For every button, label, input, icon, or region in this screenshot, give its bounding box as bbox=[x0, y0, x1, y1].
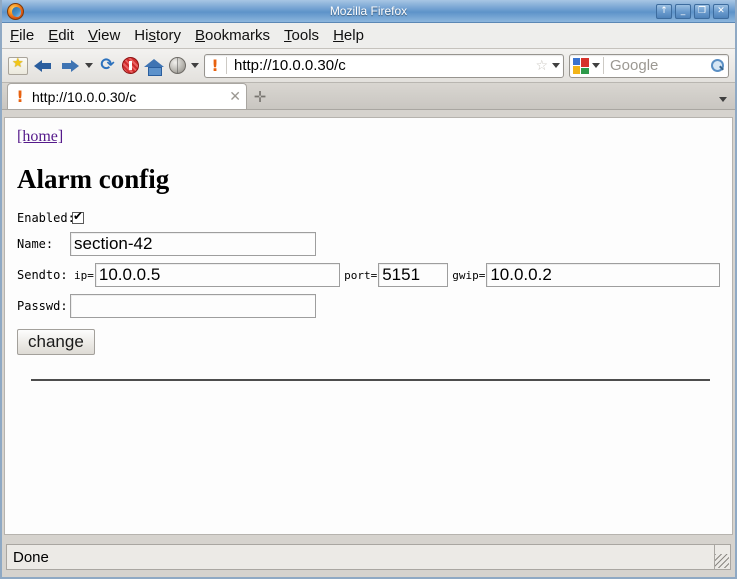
url-divider bbox=[226, 57, 227, 74]
menu-history[interactable]: History bbox=[134, 27, 181, 44]
ip-input[interactable] bbox=[94, 263, 341, 287]
tab-title: http://10.0.0.30/c bbox=[32, 88, 137, 105]
bookmark-toggle-icon[interactable]: ☆ bbox=[535, 58, 548, 74]
menu-help-accel: H bbox=[333, 27, 344, 44]
navigation-toolbar: ⟳ ! http://10.0.0.30/c ☆ Google bbox=[2, 49, 735, 83]
menu-view-post: iew bbox=[97, 27, 121, 44]
menu-tools[interactable]: Tools bbox=[284, 27, 319, 44]
firefox-logo-icon bbox=[7, 2, 24, 20]
globe-dropdown-icon[interactable] bbox=[191, 63, 199, 68]
resize-grip-icon[interactable] bbox=[715, 544, 731, 570]
row-name: Name: bbox=[17, 232, 720, 256]
name-input[interactable] bbox=[70, 232, 316, 256]
maximize-button[interactable]: ❐ bbox=[694, 3, 710, 19]
status-text: Done bbox=[6, 544, 715, 570]
close-icon[interactable]: ✕ bbox=[229, 89, 241, 105]
enabled-checkbox[interactable] bbox=[72, 209, 84, 224]
passwd-label: Passwd: bbox=[17, 299, 68, 313]
stop-icon[interactable] bbox=[122, 57, 139, 74]
menu-view-accel: V bbox=[88, 27, 98, 44]
tab-active[interactable]: ! http://10.0.0.30/c ✕ bbox=[7, 83, 247, 109]
menu-history-pre: Hi bbox=[134, 27, 149, 44]
enabled-label: Enabled: bbox=[17, 211, 75, 225]
search-input[interactable]: Google bbox=[607, 57, 707, 74]
menu-tools-post: ools bbox=[291, 27, 320, 44]
name-label: Name: bbox=[17, 237, 54, 251]
globe-icon[interactable] bbox=[169, 57, 186, 74]
change-button[interactable]: change bbox=[17, 329, 95, 355]
menu-bookmarks-accel: B bbox=[194, 27, 205, 44]
menu-bookmarks-post: ookmarks bbox=[205, 27, 271, 44]
bookmark-star-icon[interactable] bbox=[8, 55, 28, 75]
gwip-label: gwip= bbox=[452, 268, 486, 282]
menu-file-accel: F bbox=[10, 27, 20, 44]
port-input[interactable] bbox=[378, 263, 449, 287]
firefox-window: Mozilla Firefox ↑ _ ❐ ✕ File Edit View H… bbox=[0, 0, 737, 579]
menu-view[interactable]: View bbox=[88, 27, 120, 44]
url-dropdown-icon[interactable] bbox=[552, 63, 560, 68]
new-tab-button[interactable]: ✛ bbox=[247, 85, 273, 109]
forward-arrow-icon[interactable] bbox=[59, 57, 80, 75]
menu-bar: File Edit View History Bookmarks Tools H… bbox=[2, 23, 735, 49]
tab-bar: ! http://10.0.0.30/c ✕ ✛ bbox=[2, 83, 735, 110]
menu-history-post: tory bbox=[155, 27, 181, 44]
url-bar[interactable]: ! http://10.0.0.30/c ☆ bbox=[204, 53, 564, 78]
page-title: Alarm config bbox=[17, 164, 170, 194]
page-body: [home] Alarm config Enabled: Name: Sendt… bbox=[5, 118, 732, 534]
menu-edit[interactable]: Edit bbox=[48, 27, 74, 44]
history-dropdown-icon[interactable] bbox=[85, 63, 93, 68]
exclamation-favicon: ! bbox=[211, 55, 219, 75]
back-arrow-icon[interactable] bbox=[33, 57, 54, 75]
search-box[interactable]: Google bbox=[569, 53, 729, 78]
list-all-tabs-icon[interactable] bbox=[719, 97, 727, 102]
menu-file[interactable]: File bbox=[10, 27, 34, 44]
google-icon[interactable] bbox=[573, 57, 589, 74]
home-link[interactable]: [home] bbox=[17, 128, 63, 146]
menu-help[interactable]: Help bbox=[333, 27, 364, 44]
menu-tools-accel: T bbox=[284, 27, 292, 44]
menu-history-accel: s bbox=[148, 27, 156, 44]
tab-exclamation-favicon: ! bbox=[16, 86, 24, 106]
menu-edit-accel: E bbox=[48, 27, 59, 44]
ip-label: ip= bbox=[74, 268, 94, 282]
title-bar: Mozilla Firefox ↑ _ ❐ ✕ bbox=[2, 0, 735, 23]
passwd-input[interactable] bbox=[70, 294, 316, 318]
row-sendto: Sendto: ip= port= gwip= bbox=[17, 263, 720, 287]
menu-file-post: ile bbox=[19, 27, 35, 44]
row-enabled: Enabled: bbox=[17, 209, 720, 225]
menu-bookmarks[interactable]: Bookmarks bbox=[195, 27, 270, 44]
page-viewport: [home] Alarm config Enabled: Name: Sendt… bbox=[4, 117, 733, 535]
window-controls: ↑ _ ❐ ✕ bbox=[656, 3, 732, 19]
menu-help-post: elp bbox=[343, 27, 364, 44]
shade-button[interactable]: ↑ bbox=[656, 3, 672, 19]
port-label: port= bbox=[344, 268, 378, 282]
status-bar: Done bbox=[4, 539, 733, 575]
menu-edit-post: dit bbox=[58, 27, 75, 44]
row-passwd: Passwd: bbox=[17, 294, 720, 318]
reload-icon[interactable]: ⟳ bbox=[98, 56, 117, 75]
horizontal-rule bbox=[31, 379, 710, 381]
search-divider bbox=[603, 57, 604, 74]
window-title: Mozilla Firefox bbox=[329, 4, 408, 18]
search-engine-dropdown-icon[interactable] bbox=[592, 63, 600, 68]
minimize-button[interactable]: _ bbox=[675, 3, 691, 19]
url-input[interactable]: http://10.0.0.30/c bbox=[231, 57, 531, 74]
gwip-input[interactable] bbox=[486, 263, 720, 287]
close-button[interactable]: ✕ bbox=[713, 3, 729, 19]
home-icon[interactable] bbox=[144, 57, 164, 76]
magnifier-icon[interactable] bbox=[710, 58, 725, 73]
sendto-label: Sendto: bbox=[17, 268, 68, 282]
